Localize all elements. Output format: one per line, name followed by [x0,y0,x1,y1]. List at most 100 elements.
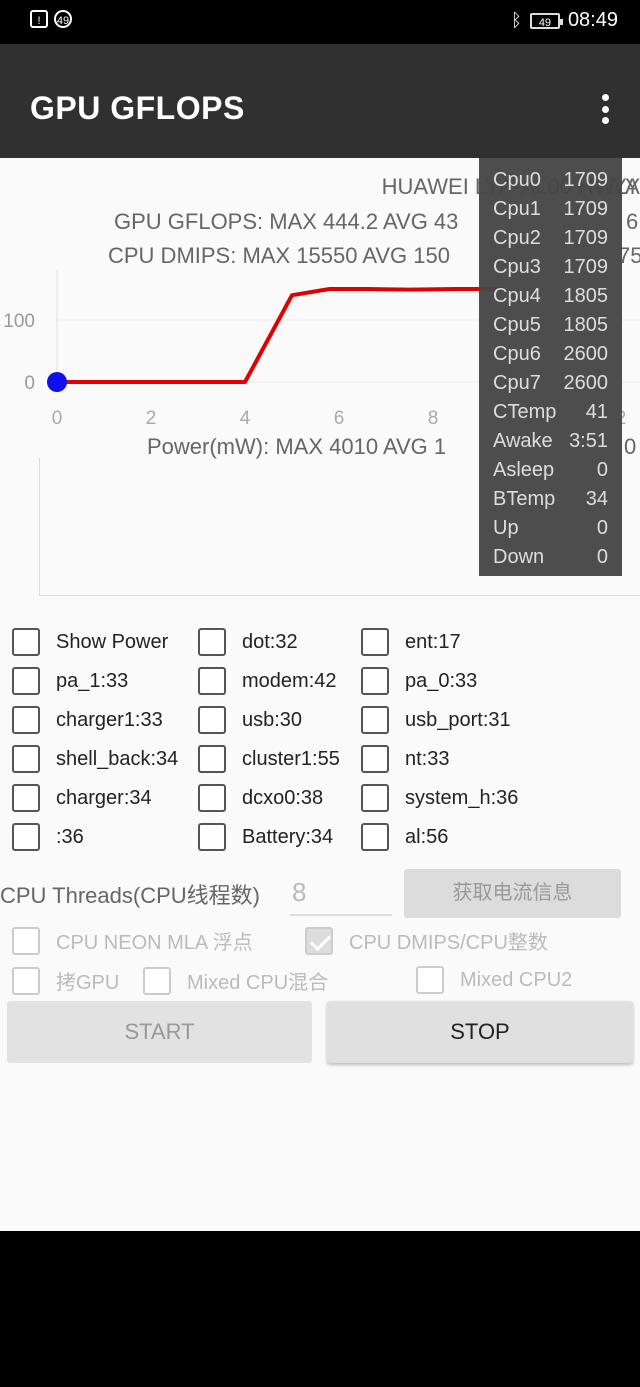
sensor-checkbox[interactable] [198,823,226,851]
sensor-option[interactable]: :36 [12,823,84,851]
sensor-option[interactable]: ent:17 [361,628,461,656]
sensor-checkbox[interactable] [12,823,40,851]
overlay-label: Asleep [493,459,555,481]
gpu-option[interactable]: 拷GPU [12,966,119,995]
overlay-row: Cpu5 1805 [493,311,608,340]
sensor-label: charger1:33 [56,708,163,731]
overlay-row: Awake 3:51 [493,427,608,456]
sensor-option[interactable]: charger1:33 [12,706,163,734]
stop-button[interactable]: STOP [327,1001,633,1063]
sensor-checkbox[interactable] [12,745,40,773]
sensor-option[interactable]: nt:33 [361,745,449,773]
sensor-label: modem:42 [242,669,337,692]
sensor-option[interactable]: usb_port:31 [361,706,511,734]
sensor-option[interactable]: dot:32 [198,628,298,656]
overlay-label: Cpu5 [493,314,541,336]
y-tick-label: 0 [24,373,35,394]
app-bar: GPU GFLOPS [0,44,640,158]
overlay-value: 0 [596,459,608,481]
power-info-tail: 0 [624,434,637,459]
overlay-label: Cpu6 [493,343,541,365]
sensor-option[interactable]: usb:30 [198,706,302,734]
sensor-label: charger:34 [56,786,152,809]
sensor-label: dot:32 [242,630,298,653]
get-current-info-button[interactable]: 获取电流信息 [404,869,621,918]
mixed-cpu-checkbox[interactable] [143,966,171,995]
sensor-option[interactable]: al:56 [361,823,448,851]
overlay-label: Cpu7 [493,372,541,394]
gpu-checkbox[interactable] [12,966,40,995]
sensor-checkbox[interactable] [361,745,389,773]
sensor-checkbox[interactable] [198,667,226,695]
cpu-neon-checkbox[interactable] [12,926,40,955]
mixed-cpu-label: Mixed CPU混合 [187,972,329,994]
sensor-checkbox[interactable] [198,745,226,773]
sensor-label: system_h:36 [405,786,519,809]
cpu-dmips-label: CPU DMIPS/CPU整数 [349,932,548,954]
sensor-option[interactable]: cluster1:55 [198,745,340,773]
data-point-marker [47,372,67,392]
cpu-dmips-option[interactable]: CPU DMIPS/CPU整数 [305,926,548,955]
sensor-checkbox[interactable] [198,628,226,656]
overlay-value: 3:51 [569,430,608,452]
status-bar: ! 49 ᛒ 49 08:49 [0,0,640,44]
sensor-checkbox[interactable] [361,823,389,851]
sensor-checkbox[interactable] [198,706,226,734]
sensor-label: Show Power [56,630,169,653]
y-tick-label: 100 [3,311,35,332]
overflow-menu-icon[interactable] [600,94,610,124]
sensor-option[interactable]: modem:42 [198,667,337,695]
sensor-checkbox[interactable] [361,667,389,695]
sensor-checkbox[interactable] [361,628,389,656]
sensor-option[interactable]: Battery:34 [198,823,333,851]
sensor-checkbox[interactable] [361,784,389,812]
overlay-label: CTemp [493,401,557,423]
sensor-checkbox[interactable] [12,706,40,734]
cpu-stats-overlay: Cpu0 1709 Cpu1 1709 Cpu2 1709 Cpu3 1709 Cpu4 1805… [479,158,622,576]
overlay-row: CTemp 41 [493,398,608,427]
cpu-threads-label: CPU Threads(CPU线程数) [0,883,260,908]
overlay-value: 1709 [563,169,609,191]
sensor-checkbox[interactable] [12,667,40,695]
cpu-dmips-checkbox[interactable] [305,926,333,955]
sensor-checkbox[interactable] [12,628,40,656]
cpu-neon-option[interactable]: CPU NEON MLA 浮点 [12,926,253,955]
sensor-label: Battery:34 [242,825,334,848]
x-tick-label: 2 [146,408,157,429]
overlay-row: Cpu4 1805 [493,282,608,311]
overlay-label: Cpu1 [493,198,541,220]
mixed-cpu2-checkbox[interactable] [416,966,444,994]
overlay-label: Cpu0 [493,169,541,191]
overlay-value: 1709 [563,227,609,249]
mixed-cpu-option[interactable]: Mixed CPU混合 [143,966,328,995]
series-line [57,287,504,384]
sensor-label: cluster1:55 [242,747,340,770]
start-button[interactable]: START [7,1001,312,1063]
sensor-option[interactable]: Show Power [12,628,168,656]
x-tick-label: 4 [240,408,251,429]
overlay-label: Cpu3 [493,256,541,278]
battery-icon: 49 [529,12,563,29]
sensor-checkbox[interactable] [198,784,226,812]
mixed-cpu2-option[interactable]: Mixed CPU2 [416,966,572,994]
sensor-option[interactable]: pa_1:33 [12,667,128,695]
overlay-value: 0 [596,517,608,539]
sensor-checkbox[interactable] [361,706,389,734]
sensor-option[interactable]: pa_0:33 [361,667,477,695]
overlay-value: 1709 [563,198,609,220]
overlay-row: Cpu3 1709 [493,253,608,282]
sensor-option[interactable]: dcxo0:38 [198,784,323,812]
sensor-label: pa_1:33 [56,669,129,692]
sensor-option[interactable]: charger:34 [12,784,152,812]
overlay-row: Cpu2 1709 [493,224,608,253]
sensor-option[interactable]: shell_back:34 [12,745,178,773]
sensor-checkbox[interactable] [12,784,40,812]
overlay-value: 2600 [563,343,609,365]
clock: 08:49 [567,9,618,31]
cpu-neon-label: CPU NEON MLA 浮点 [56,932,253,954]
cpu-threads-input[interactable] [290,870,392,916]
sensor-option[interactable]: system_h:36 [361,784,518,812]
x-tick-label: 6 [334,408,345,429]
overlay-row: Up 0 [493,514,608,543]
overlay-label: Cpu2 [493,227,541,249]
